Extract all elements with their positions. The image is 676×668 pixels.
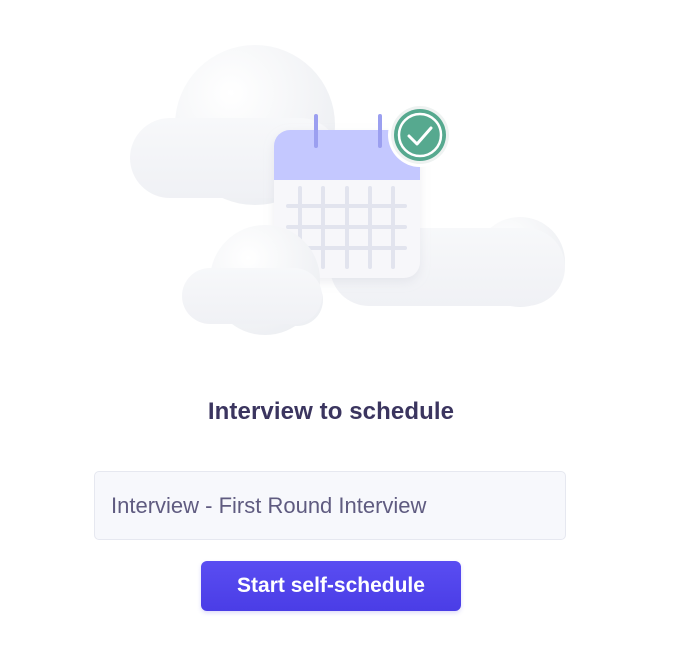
start-self-schedule-button[interactable]: Start self-schedule	[201, 561, 461, 611]
interview-name-field: Interview - First Round Interview	[94, 471, 566, 540]
cloud-icon	[182, 225, 323, 335]
page-title: Interview to schedule	[207, 398, 455, 425]
check-badge-icon	[388, 103, 452, 167]
calendar-illustration	[130, 45, 565, 335]
interview-name-text: Interview - First Round Interview	[111, 492, 427, 518]
